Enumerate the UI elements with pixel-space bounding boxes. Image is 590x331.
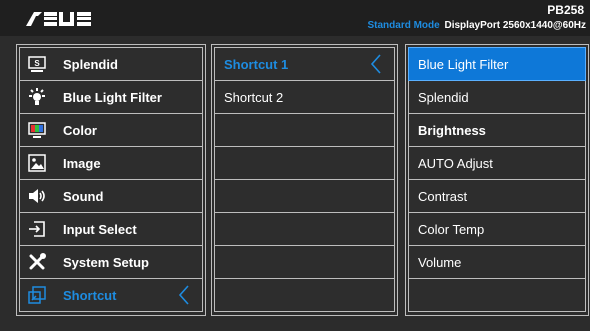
submenu-empty-row	[214, 246, 395, 279]
status-line: Standard Mode DisplayPort 2560x1440@60Hz	[367, 20, 586, 31]
menu-label: Input Select	[63, 221, 137, 237]
menu-item-blue-light-filter[interactable]: Blue Light Filter	[19, 81, 203, 114]
submenu-item-shortcut-2[interactable]: Shortcut 2	[214, 81, 395, 114]
menu-label: Sound	[63, 188, 104, 204]
chevron-left-icon	[370, 54, 381, 74]
submenu-empty-row	[214, 213, 395, 246]
menu-item-splendid[interactable]: S Splendid	[19, 47, 203, 81]
option-label: Volume	[418, 254, 462, 270]
option-splendid[interactable]: Splendid	[408, 81, 586, 114]
submenu-label: Shortcut 1	[224, 56, 289, 72]
splendid-icon: S	[27, 54, 47, 74]
menu-item-image[interactable]: Image	[19, 147, 203, 180]
option-label: Contrast	[418, 188, 468, 204]
submenu-empty-row	[214, 279, 395, 312]
tools-icon	[27, 252, 47, 272]
chevron-left-icon	[178, 285, 189, 305]
menu-item-color[interactable]: Color	[19, 114, 203, 147]
blue-light-icon	[27, 87, 47, 107]
menu-item-sound[interactable]: Sound	[19, 180, 203, 213]
submenu-empty-row	[214, 114, 395, 147]
option-color-temp[interactable]: Color Temp	[408, 213, 586, 246]
option-label: Color Temp	[418, 221, 485, 237]
menu-item-input-select[interactable]: Input Select	[19, 213, 203, 246]
menu-item-system-setup[interactable]: System Setup	[19, 246, 203, 279]
shortcut-submenu-panel: Shortcut 1 Shortcut 2	[211, 44, 398, 316]
osd-header: PB258 Standard Mode DisplayPort 2560x144…	[0, 0, 590, 36]
menu-item-shortcut[interactable]: Shortcut	[19, 279, 203, 312]
option-label: AUTO Adjust	[418, 155, 493, 171]
option-contrast[interactable]: Contrast	[408, 180, 586, 213]
option-volume[interactable]: Volume	[408, 246, 586, 279]
menu-label: Color	[63, 122, 97, 138]
options-panel: Blue Light Filter Splendid Brightness AU…	[405, 44, 589, 316]
submenu-item-shortcut-1[interactable]: Shortcut 1	[214, 47, 395, 81]
menu-label: Image	[63, 155, 101, 171]
asus-logo	[26, 12, 91, 26]
submenu-empty-row	[214, 180, 395, 213]
standard-mode-label: Standard Mode	[367, 20, 440, 31]
menu-label: Splendid	[63, 56, 118, 72]
option-brightness[interactable]: Brightness	[408, 114, 586, 147]
option-auto-adjust[interactable]: AUTO Adjust	[408, 147, 586, 180]
option-label: Blue Light Filter	[418, 56, 509, 72]
options-empty-row	[408, 279, 586, 312]
menu-label: Shortcut	[63, 287, 117, 303]
speaker-icon	[27, 186, 47, 206]
submenu-label: Shortcut 2	[224, 89, 284, 105]
color-icon	[27, 120, 47, 140]
menu-label: System Setup	[63, 254, 149, 270]
option-label: Brightness	[418, 122, 486, 138]
option-blue-light-filter[interactable]: Blue Light Filter	[408, 47, 586, 81]
image-icon	[27, 153, 47, 173]
submenu-empty-row	[214, 147, 395, 180]
shortcut-icon	[27, 285, 47, 305]
option-label: Splendid	[418, 89, 469, 105]
input-select-icon	[27, 219, 47, 239]
input-resolution-info: DisplayPort 2560x1440@60Hz	[444, 20, 587, 31]
svg-text:S: S	[34, 59, 40, 68]
menu-label: Blue Light Filter	[63, 89, 162, 105]
monitor-model: PB258	[547, 3, 584, 17]
main-menu-panel: S Splendid Blue Light Filter Color Image…	[16, 44, 206, 316]
